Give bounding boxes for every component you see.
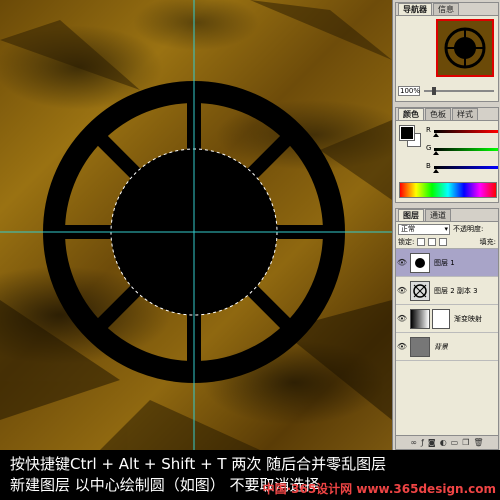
- new-layer-icon[interactable]: ❐: [462, 438, 469, 447]
- tab-styles[interactable]: 样式: [452, 108, 478, 120]
- link-icon[interactable]: ∞: [410, 438, 417, 447]
- group-icon[interactable]: ▭: [451, 438, 459, 447]
- navigator-panel: 导航器 信息 100%: [395, 2, 499, 102]
- color-spectrum-ramp[interactable]: [399, 182, 497, 198]
- panel-dock: 导航器 信息 100% 颜色 色板 样式 R G B 图层 通道 正常 ▾ 不透…: [392, 0, 500, 450]
- green-slider[interactable]: [434, 148, 498, 151]
- navigator-zoom-row: 100%: [398, 85, 498, 97]
- color-panel: 颜色 色板 样式 R G B: [395, 107, 499, 203]
- eye-icon[interactable]: 👁: [396, 342, 408, 351]
- red-channel-label: R: [426, 126, 431, 134]
- green-channel[interactable]: G: [426, 144, 498, 156]
- tab-navigator[interactable]: 导航器: [398, 3, 432, 15]
- layer-row-layer2-copy3[interactable]: 👁 图层 2 副本 3: [396, 277, 498, 305]
- adjustment-thumbnail: [410, 308, 430, 329]
- layers-tabbar: 图层 通道: [396, 209, 498, 222]
- layer-name: 渐变映射: [454, 314, 482, 323]
- canvas-artwork: [0, 0, 392, 450]
- blue-slider[interactable]: [434, 166, 498, 169]
- layer-name: 图层 1: [434, 258, 455, 267]
- layer-options-row: 正常 不透明度:: [396, 222, 498, 236]
- tab-swatches[interactable]: 色板: [425, 108, 451, 120]
- opacity-label: 不透明度:: [453, 225, 484, 233]
- lock-position-toggle[interactable]: [439, 238, 448, 246]
- adjustment-layer-icon[interactable]: ◐: [440, 438, 447, 447]
- red-slider-marker[interactable]: [433, 133, 439, 137]
- blue-channel-label: B: [426, 162, 431, 170]
- tab-color[interactable]: 颜色: [398, 108, 424, 120]
- lock-pixels-toggle[interactable]: [428, 238, 437, 246]
- layer-thumbnail: [410, 280, 430, 301]
- lock-label: 锁定:: [398, 238, 415, 246]
- red-channel[interactable]: R: [426, 126, 498, 138]
- green-slider-marker[interactable]: [433, 151, 439, 155]
- blue-slider-marker[interactable]: [433, 169, 439, 173]
- layer-row-background[interactable]: 👁 背景: [396, 333, 498, 361]
- navigator-tabbar: 导航器 信息: [396, 3, 498, 16]
- trash-icon[interactable]: 🗑: [473, 438, 483, 447]
- blue-channel[interactable]: B: [426, 162, 498, 174]
- layers-panel: 图层 通道 正常 不透明度: 锁定: 填充: 👁 图层 1 👁 图层 2: [395, 208, 499, 450]
- navigator-preview[interactable]: [436, 19, 494, 77]
- layer-mask-thumbnail: [432, 308, 450, 329]
- color-tabbar: 颜色 色板 样式: [396, 108, 498, 121]
- layer-actions-bar: ∞ ƒ ◙ ◐ ▭ ❐ 🗑: [396, 435, 498, 449]
- layer-thumbnail: [410, 336, 430, 357]
- layer-thumbnail: [410, 252, 430, 273]
- zoom-slider[interactable]: [424, 87, 494, 95]
- foreground-color-swatch[interactable]: [399, 125, 415, 141]
- green-channel-label: G: [426, 144, 432, 152]
- document-canvas[interactable]: [0, 0, 392, 450]
- eye-icon[interactable]: 👁: [396, 258, 408, 267]
- layer-name: 图层 2 副本 3: [434, 286, 478, 295]
- zoom-field[interactable]: 100%: [398, 86, 420, 96]
- mask-icon[interactable]: ◙: [428, 438, 436, 447]
- lock-transparency-toggle[interactable]: [417, 238, 426, 246]
- tab-channels[interactable]: 通道: [425, 209, 451, 221]
- blend-mode-select[interactable]: 正常: [398, 223, 450, 235]
- preview-thumbnail: [444, 27, 486, 69]
- layer-row-gradient-map[interactable]: 👁 渐变映射: [396, 305, 498, 333]
- fill-label: 填充:: [479, 238, 496, 246]
- layer-style-icon[interactable]: ƒ: [421, 438, 424, 447]
- layer-name: 背景: [434, 342, 448, 351]
- caption-line-1: 按快捷键Ctrl + Alt + Shift + T 两次 随后合并零乱图层: [10, 455, 387, 473]
- site-watermark: 中国·365设计网 www.365design.com: [262, 482, 496, 496]
- tab-info[interactable]: 信息: [433, 3, 459, 15]
- tutorial-caption: 按快捷键Ctrl + Alt + Shift + T 两次 随后合并零乱图层 新…: [0, 450, 500, 500]
- eye-icon[interactable]: 👁: [396, 286, 408, 295]
- eye-icon[interactable]: 👁: [396, 314, 408, 323]
- red-slider[interactable]: [434, 130, 498, 133]
- layer-row-layer1[interactable]: 👁 图层 1: [396, 249, 498, 277]
- lock-row: 锁定: 填充:: [396, 236, 498, 249]
- tab-layers[interactable]: 图层: [398, 209, 424, 221]
